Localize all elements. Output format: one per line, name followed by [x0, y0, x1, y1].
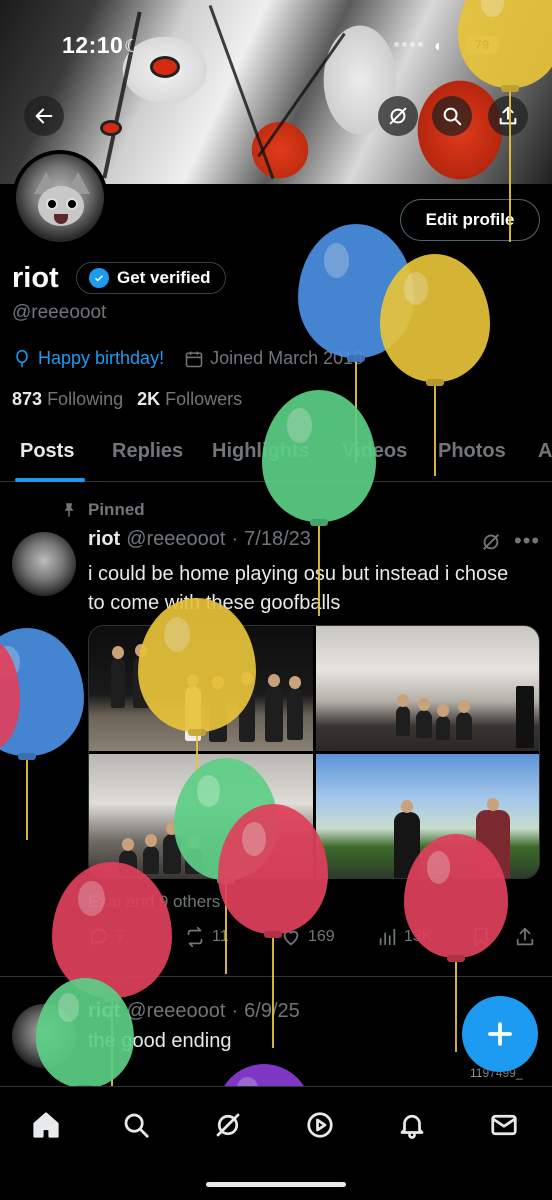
profile-avatar[interactable] — [12, 150, 108, 246]
post-avatar[interactable] — [12, 532, 76, 596]
nav-grok[interactable] — [206, 1103, 250, 1147]
home-indicator — [206, 1182, 346, 1187]
profile-handle: @reeeooot — [12, 302, 107, 323]
tab-replies[interactable]: Replies — [112, 440, 183, 463]
tab-articles[interactable]: A — [538, 440, 552, 463]
calendar-icon — [185, 351, 203, 367]
post-author-name[interactable]: riot — [88, 528, 120, 551]
share-icon — [516, 927, 534, 946]
balloon — [380, 254, 490, 476]
search-icon — [124, 1113, 149, 1138]
plus-icon — [488, 1022, 512, 1046]
pinned-indicator: Pinned — [60, 500, 145, 520]
grok-icon — [389, 107, 407, 125]
post-more-icon[interactable]: ••• — [514, 528, 540, 554]
compose-post-button[interactable] — [462, 996, 538, 1072]
pin-icon — [64, 503, 74, 517]
post-author-handle[interactable]: @reeeooot — [126, 528, 225, 551]
grok-icon — [483, 534, 499, 550]
profile-name: riot — [12, 262, 59, 294]
bell-icon — [400, 1114, 424, 1139]
mail-icon — [491, 1114, 517, 1136]
grok-button[interactable] — [378, 96, 418, 136]
balloon-icon — [16, 349, 28, 367]
balloon — [218, 804, 328, 1048]
nav-home[interactable] — [24, 1103, 68, 1147]
balloon — [262, 390, 376, 616]
post-grok-button[interactable] — [480, 531, 502, 558]
arrow-left-icon — [35, 108, 53, 124]
status-time: 12:10 — [62, 32, 124, 58]
following-link[interactable]: 873 Following — [12, 389, 123, 410]
get-verified-label: Get verified — [117, 268, 211, 287]
nav-search[interactable] — [114, 1103, 158, 1147]
followers-link[interactable]: 2K Followers — [137, 389, 242, 410]
back-button[interactable] — [24, 96, 64, 136]
views-icon — [379, 928, 396, 946]
balloon — [0, 640, 20, 810]
get-verified-button[interactable]: Get verified — [76, 262, 226, 294]
nav-messages[interactable] — [482, 1103, 526, 1147]
post-photo-2[interactable] — [315, 626, 539, 751]
share-post-button[interactable] — [514, 926, 536, 948]
wifi-icon: ◐ — [434, 38, 444, 55]
pinned-label: Pinned — [88, 500, 145, 519]
grok-icon — [216, 1113, 240, 1137]
home-icon — [33, 1112, 59, 1138]
nav-notifications[interactable] — [390, 1103, 434, 1147]
tab-posts[interactable]: Posts — [20, 440, 74, 463]
cellular-signal-icon — [394, 42, 423, 47]
follow-stats: 873 Following 2K Followers — [12, 389, 242, 410]
moon-icon: ☾ — [124, 36, 141, 56]
video-icon — [307, 1112, 333, 1138]
active-tab-indicator — [15, 478, 85, 482]
birthday-link[interactable]: Happy birthday! — [38, 348, 164, 369]
verified-badge-icon — [89, 268, 109, 288]
balloon — [458, 0, 552, 242]
nav-video[interactable] — [298, 1103, 342, 1147]
